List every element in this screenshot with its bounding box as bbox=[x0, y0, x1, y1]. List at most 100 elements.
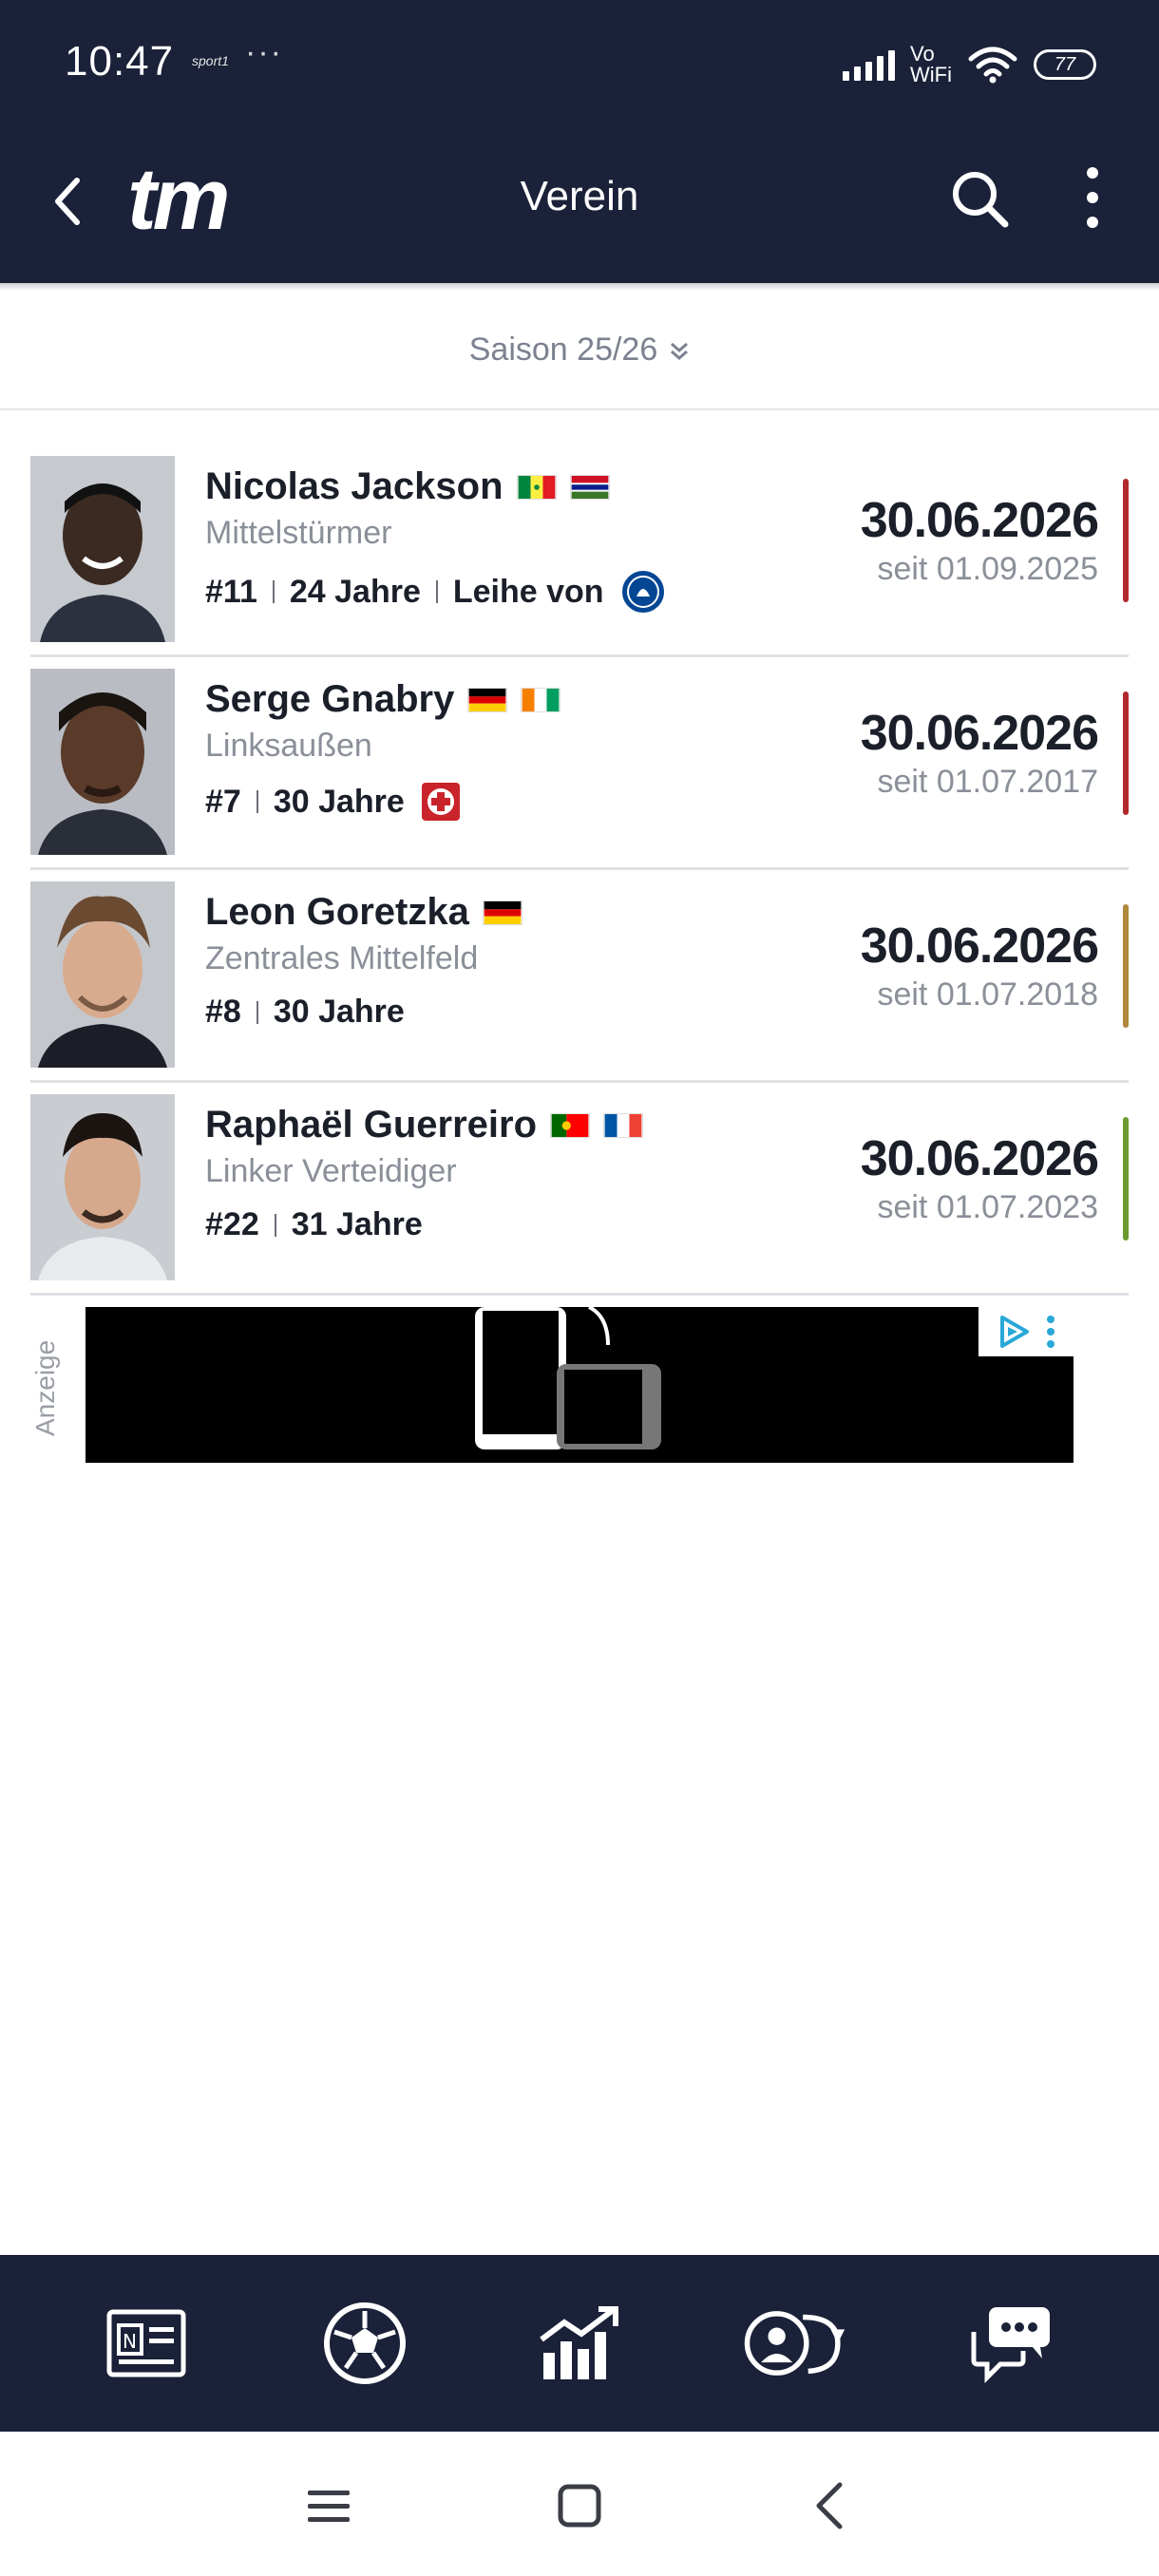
contract-since-date: seit 01.07.2017 bbox=[877, 764, 1098, 800]
player-name: Leon Goretzka bbox=[205, 891, 522, 934]
player-number: #22 bbox=[205, 1206, 259, 1242]
status-more-dots: ··· bbox=[245, 34, 283, 70]
senegal-flag-icon bbox=[516, 474, 557, 500]
status-strip bbox=[1123, 691, 1129, 815]
player-number: #8 bbox=[205, 994, 241, 1030]
player-position: Mittelstürmer bbox=[205, 515, 392, 551]
system-menu-button[interactable] bbox=[291, 2468, 367, 2544]
more-dot-icon bbox=[1087, 217, 1098, 228]
season-selector[interactable]: Saison 25/26 bbox=[0, 291, 1159, 410]
separator bbox=[435, 580, 438, 603]
nav-statistics[interactable] bbox=[527, 2291, 632, 2396]
player-position: Zentrales Mittelfeld bbox=[205, 940, 479, 976]
injury-icon bbox=[421, 783, 460, 821]
contract-since-date: seit 01.09.2025 bbox=[877, 551, 1098, 587]
status-indicators: Vo WiFi 77 bbox=[843, 42, 1096, 87]
player-meta: #11 24 Jahre Leihe von bbox=[205, 568, 667, 616]
player-age: 30 Jahre bbox=[273, 783, 405, 820]
player-photo bbox=[30, 1094, 175, 1280]
portugal-flag-icon bbox=[550, 1112, 591, 1138]
football-icon bbox=[323, 2302, 406, 2384]
news-icon: N bbox=[106, 2309, 186, 2377]
separator bbox=[274, 1213, 276, 1237]
status-strip bbox=[1123, 479, 1129, 602]
ivory-coast-flag-icon bbox=[521, 687, 561, 712]
germany-flag-icon bbox=[467, 687, 508, 712]
player-name-text: Leon Goretzka bbox=[205, 891, 469, 933]
season-label: Saison 25/26 bbox=[468, 331, 658, 368]
phone-rotate-icon bbox=[475, 1307, 661, 1449]
nav-community[interactable] bbox=[958, 2291, 1062, 2396]
player-position: Linker Verteidiger bbox=[205, 1153, 457, 1189]
home-icon bbox=[558, 2484, 601, 2528]
stats-chart-icon bbox=[540, 2306, 618, 2379]
nav-transfers[interactable] bbox=[742, 2291, 846, 2396]
player-row[interactable]: Serge Gnabry Linksaußen #7 30 Jahre 30.0… bbox=[30, 657, 1129, 870]
vowifi-label: Vo WiFi bbox=[910, 44, 952, 85]
back-icon bbox=[816, 2482, 843, 2529]
player-row[interactable]: Raphaël Guerreiro Linker Verteidiger #22… bbox=[30, 1083, 1129, 1296]
header-shadow bbox=[0, 283, 1159, 291]
vowifi-label-top: Vo bbox=[910, 42, 935, 66]
vowifi-label-bottom: WiFi bbox=[910, 63, 952, 86]
more-dot-icon bbox=[1087, 192, 1098, 203]
bottom-navigation: N bbox=[0, 2255, 1159, 2432]
wifi-icon bbox=[968, 47, 1017, 84]
contract-end-date: 30.06.2026 bbox=[860, 706, 1099, 761]
player-name-text: Serge Gnabry bbox=[205, 678, 455, 720]
player-number: #7 bbox=[205, 783, 241, 820]
contract-since-date: seit 01.07.2023 bbox=[877, 1189, 1098, 1225]
gambia-flag-icon bbox=[569, 474, 610, 500]
contract-end-date: 30.06.2026 bbox=[860, 919, 1099, 974]
battery-icon: 77 bbox=[1034, 49, 1096, 80]
search-icon bbox=[953, 172, 1009, 228]
system-navigation-bar bbox=[0, 2432, 1159, 2576]
chat-icon bbox=[971, 2307, 1050, 2383]
status-strip bbox=[1123, 1117, 1129, 1241]
double-chevron-down-icon bbox=[671, 342, 689, 360]
ad-banner[interactable] bbox=[86, 1307, 1074, 1463]
player-name: Serge Gnabry bbox=[205, 678, 561, 721]
ad-choices-badge[interactable] bbox=[978, 1307, 1074, 1356]
search-button[interactable] bbox=[946, 165, 1015, 234]
player-photo bbox=[30, 456, 175, 642]
player-age: 31 Jahre bbox=[291, 1206, 423, 1242]
separator bbox=[256, 1000, 258, 1024]
status-app-label: sport1 bbox=[192, 53, 229, 68]
contract-end-date: 30.06.2026 bbox=[860, 493, 1099, 548]
nav-news[interactable]: N bbox=[97, 2291, 201, 2396]
player-position: Linksaußen bbox=[205, 728, 372, 764]
player-name-text: Raphaël Guerreiro bbox=[205, 1104, 538, 1146]
player-meta: #22 31 Jahre bbox=[205, 1206, 423, 1243]
nav-matches[interactable] bbox=[313, 2291, 417, 2396]
ad-choices-icon bbox=[1000, 1316, 1029, 1348]
player-photo bbox=[30, 881, 175, 1068]
transfers-icon bbox=[745, 2311, 846, 2376]
germany-flag-icon bbox=[482, 900, 522, 925]
france-flag-icon bbox=[603, 1112, 644, 1138]
contract-since-date: seit 01.07.2018 bbox=[877, 976, 1098, 1013]
player-meta: #8 30 Jahre bbox=[205, 994, 405, 1031]
separator bbox=[272, 580, 275, 603]
ad-menu-icon bbox=[1047, 1316, 1054, 1348]
player-row[interactable]: Leon Goretzka Zentrales Mittelfeld #8 30… bbox=[30, 870, 1129, 1083]
player-meta: #7 30 Jahre bbox=[205, 781, 462, 823]
ad-label: Anzeige bbox=[30, 1339, 60, 1436]
player-row[interactable]: Nicolas Jackson Mittelstürmer #11 24 Jah… bbox=[30, 445, 1129, 657]
player-list: Nicolas Jackson Mittelstürmer #11 24 Jah… bbox=[30, 445, 1129, 1296]
chelsea-crest-icon[interactable] bbox=[619, 568, 667, 616]
player-number: #11 bbox=[205, 573, 257, 610]
player-name: Nicolas Jackson bbox=[205, 465, 610, 508]
system-back-button[interactable] bbox=[792, 2468, 868, 2544]
separator bbox=[256, 790, 258, 813]
svg-text:N: N bbox=[123, 2330, 137, 2353]
player-loan-label: Leihe von bbox=[452, 573, 604, 610]
status-strip bbox=[1123, 904, 1129, 1028]
menu-icon bbox=[308, 2491, 350, 2522]
system-home-button[interactable] bbox=[542, 2468, 618, 2544]
status-bar: 10:47 sport1 ··· Vo WiFi 77 bbox=[0, 0, 1159, 133]
player-name: Raphaël Guerreiro bbox=[205, 1104, 644, 1146]
contract-end-date: 30.06.2026 bbox=[860, 1131, 1099, 1186]
player-photo bbox=[30, 669, 175, 855]
more-options-button[interactable] bbox=[1074, 160, 1112, 236]
